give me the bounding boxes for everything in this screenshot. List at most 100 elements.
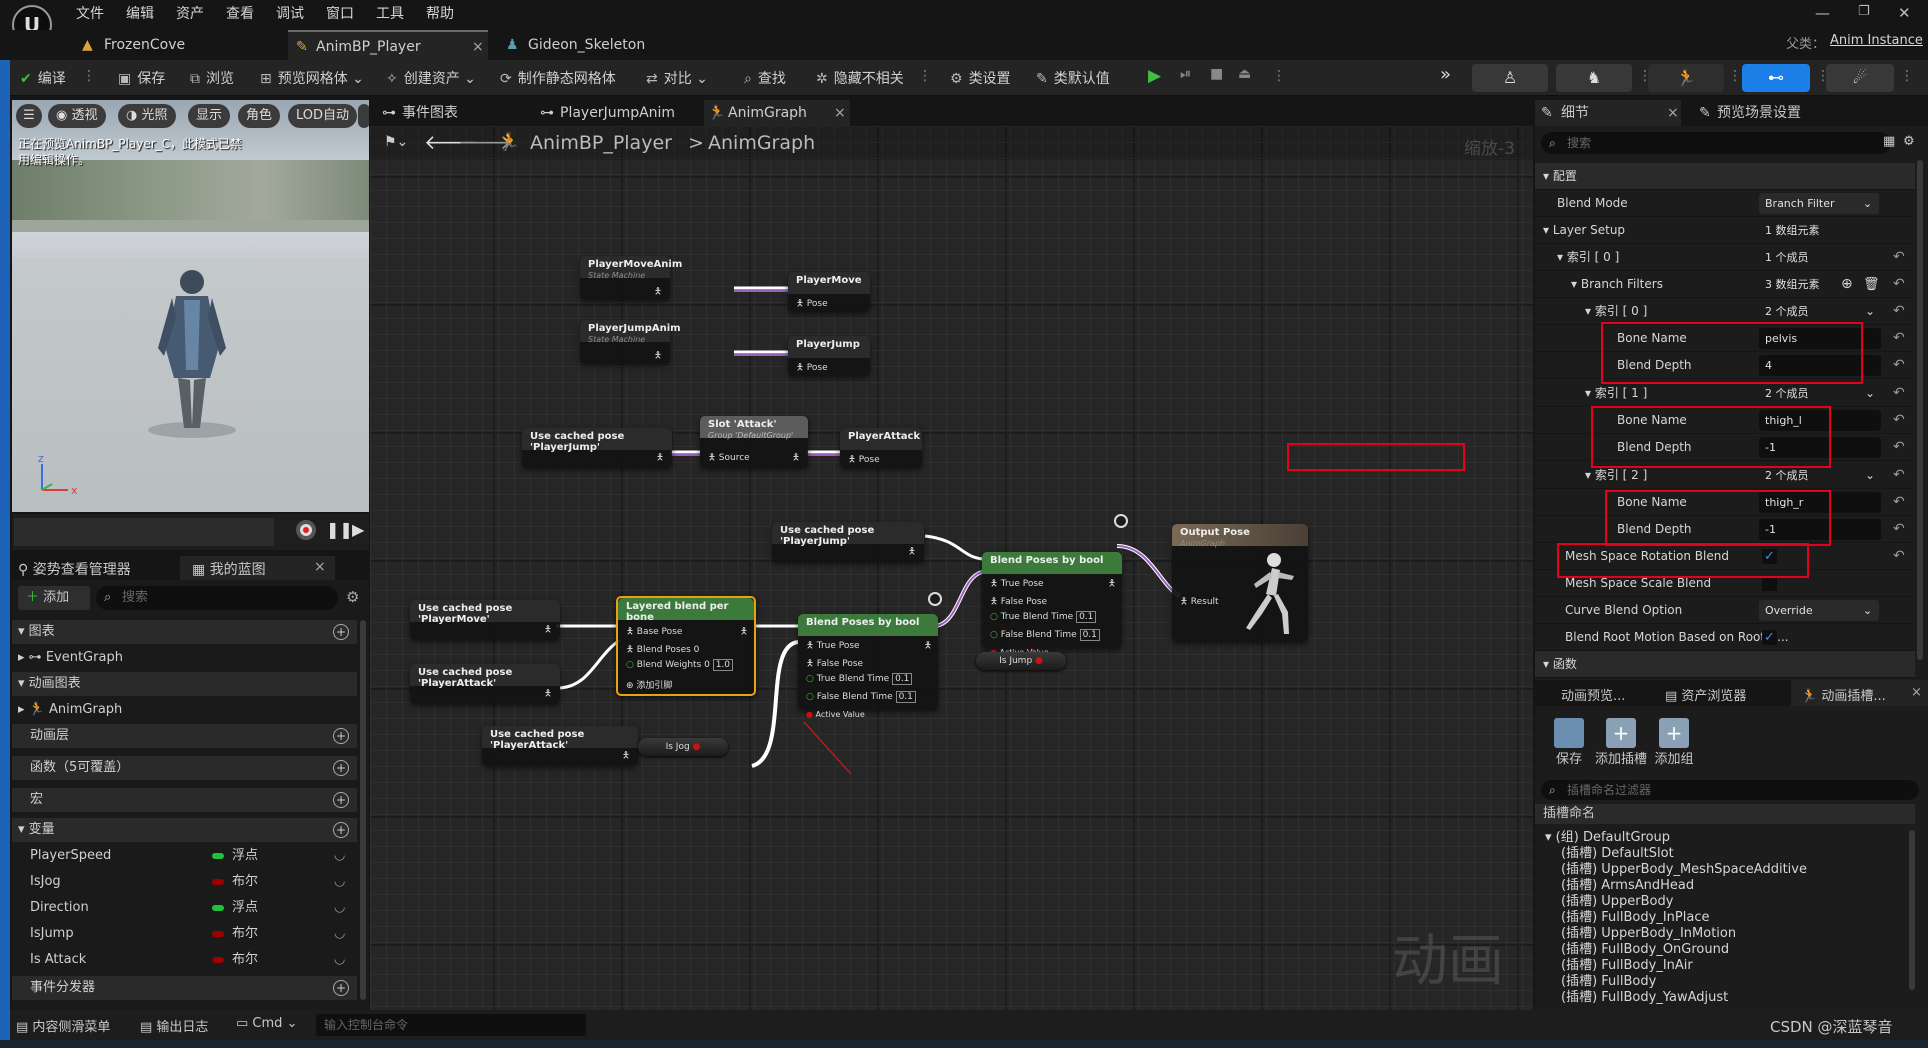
delete-icon[interactable]: 🗑 [1863, 271, 1880, 298]
section-anim-layers[interactable]: 动画层 + [12, 724, 357, 748]
row-branch-filter-index[interactable]: ▾ 索引 [ 1 ] 2 个成员 ⌄ ↶ [1535, 380, 1915, 407]
tab-preview-scene[interactable]: ✎ 预览场景设置 [1693, 100, 1843, 126]
node-playerattack[interactable]: PlayerAttack 🯅 Pose [840, 428, 922, 468]
variable-row[interactable]: IsJog 布尔 ◡ [12, 870, 357, 894]
record-icon[interactable] [296, 520, 316, 540]
blend-poses-pin[interactable]: 🯅 Blend Poses 0 [626, 642, 699, 658]
add-element-icon[interactable]: ⊕ [1841, 271, 1853, 298]
pin-value[interactable]: 1.0 [712, 659, 734, 671]
save-slot-button[interactable]: 保存 [1547, 718, 1591, 767]
tab-close-icon[interactable]: × [1911, 685, 1922, 700]
add-pin-button[interactable]: ⊕ 添加引脚 [626, 678, 672, 691]
tab-event-graph[interactable]: ⊶ 事件图表 [378, 100, 508, 126]
reset-arrow-icon[interactable]: ↶ [1893, 352, 1905, 379]
output-pose-pin-icon[interactable]: 🯅 [654, 284, 662, 300]
reset-arrow-icon[interactable]: ↶ [1893, 462, 1905, 489]
details-search-input[interactable]: ⌕ 搜索 [1541, 132, 1891, 154]
visibility-eye-icon[interactable]: ◡ [334, 948, 345, 972]
node-get-is-jump[interactable]: Is Jump ● [976, 652, 1066, 670]
node-blend-poses-by-bool-1[interactable]: Blend Poses by bool 🯅 True Pose 🯅 🯅 Fals… [798, 614, 938, 719]
slot-filter-input[interactable]: ⌕ 插槽命名过滤器 [1541, 780, 1919, 800]
minimize-icon[interactable]: — [1815, 4, 1830, 22]
node-slot-attack[interactable]: Slot 'Attack' Group 'DefaultGroup' 🯅 Sour… [700, 416, 808, 468]
browse-button[interactable]: ⧉ 浏览 [190, 68, 234, 88]
content-drawer-button[interactable]: ▤ 内容侧滑菜单 [16, 1016, 110, 1035]
stop-icon[interactable]: ■ [1210, 66, 1223, 82]
category-config[interactable]: ▾ 配置 [1535, 163, 1915, 190]
pin-value[interactable]: 0.1 [895, 691, 916, 703]
item-animgraph[interactable]: ▸ 🏃 AnimGraph [12, 698, 357, 722]
output-pose-pin-icon[interactable]: 🯅 [924, 638, 932, 654]
tab-animgraph[interactable]: 🏃 AnimGraph × [704, 100, 850, 126]
animation-mode-button[interactable]: 🏃 [1648, 64, 1724, 92]
active-value-pin[interactable]: ● Active Value [806, 710, 865, 719]
class-defaults-button[interactable]: ✎ 类默认值 [1036, 68, 1110, 88]
tab-pose-watch[interactable]: ⚲ 姿势查看管理器 [18, 559, 131, 579]
slot-list-scrollbar[interactable] [1909, 830, 1915, 990]
console-input[interactable]: 输入控制台命令 [316, 1014, 586, 1036]
output-pose-pin-icon[interactable]: 🯅 [792, 450, 800, 466]
output-log-button[interactable]: ▤ 输出日志 [140, 1016, 208, 1035]
output-pose-pin-icon[interactable]: 🯅 [654, 348, 662, 364]
section-graphs[interactable]: ▾ 图表 + [12, 620, 357, 644]
row-layer-setup[interactable]: ▾ Layer Setup 1 数组元素 [1535, 217, 1915, 244]
output-pose-pin-icon[interactable]: 🯅 [1108, 576, 1116, 592]
add-anim-layer-icon[interactable]: + [333, 728, 349, 744]
node-use-cached-playerjump[interactable]: Use cached pose 'PlayerJump' 🯅 [522, 428, 672, 468]
add-variable-icon[interactable]: + [333, 822, 349, 838]
anim-graph-canvas[interactable]: ⚑⌄ 🡐 🡒 🏃 AnimBP_Player > AnimGraph 缩放-3 … [370, 126, 1533, 1010]
restore-icon[interactable]: ❐ [1858, 4, 1870, 19]
close-icon[interactable]: ✕ [1898, 4, 1911, 22]
diff-button[interactable]: ⇄ 对比 ⌄ [646, 68, 708, 88]
reset-arrow-icon[interactable]: ↶ [1893, 325, 1905, 352]
category-functions[interactable]: ▾ 函数 [1535, 651, 1915, 678]
physics-mode-button[interactable]: ☄ [1826, 64, 1894, 92]
node-playermove[interactable]: PlayerMove 🯅 Pose [788, 272, 870, 312]
viewport-menu-icon[interactable]: ☰ [16, 104, 42, 128]
show-button[interactable]: 显示 [188, 104, 231, 128]
source-pin[interactable]: 🯅 Source [708, 450, 750, 466]
node-playerjumpanim[interactable]: PlayerJumpAnim State Machine 🯅 [580, 320, 681, 364]
false-blend-time-pin[interactable]: ○ False Blend Time 0.1 [806, 691, 916, 703]
variable-row[interactable]: Direction 浮点 ◡ [12, 896, 357, 920]
reset-arrow-icon[interactable]: ↶ [1893, 516, 1905, 543]
play-options-icon[interactable]: ⋮ [1272, 68, 1286, 84]
visibility-eye-icon[interactable]: ◡ [334, 922, 345, 946]
variable-row[interactable]: IsJump 布尔 ◡ [12, 922, 357, 946]
visibility-eye-icon[interactable]: ◡ [334, 870, 345, 894]
pose-pin[interactable]: 🯅 Pose [796, 360, 828, 376]
pin-value[interactable]: 0.1 [892, 673, 913, 685]
add-macro-icon[interactable]: + [333, 792, 349, 808]
preview-mesh-button[interactable]: ⊞ 预览网格体 ⌄ [260, 68, 364, 88]
variable-row[interactable]: Is Attack 布尔 ◡ [12, 948, 357, 972]
node-blend-poses-by-bool-2[interactable]: Blend Poses by bool 🯅 True Pose 🯅 🯅 Fals… [982, 552, 1122, 657]
item-eventgraph[interactable]: ▸ ⊶ EventGraph [12, 646, 357, 670]
menu-help[interactable]: 帮助 [426, 3, 454, 23]
reset-arrow-icon[interactable]: ↶ [1893, 407, 1905, 434]
add-graph-icon[interactable]: + [333, 624, 349, 640]
visibility-eye-icon[interactable]: ◡ [334, 896, 345, 920]
row-branch-filters[interactable]: ▾ Branch Filters 3 数组元素 ⊕ 🗑 ↶ [1535, 271, 1915, 298]
node-use-cached-playermove[interactable]: Use cached pose 'PlayerMove' 🯅 [410, 600, 560, 640]
reset-arrow-icon[interactable]: ↶ [1893, 489, 1905, 516]
menu-edit[interactable]: 编辑 [126, 3, 154, 23]
pin-value[interactable]: 0.1 [1079, 629, 1100, 641]
row-layer-index-0[interactable]: ▾ 索引 [ 0 ] 1 个成员 ↶ [1535, 244, 1915, 271]
reset-arrow-icon[interactable]: ↶ [1893, 244, 1905, 271]
output-pose-pin-icon[interactable]: 🯅 [622, 748, 630, 764]
node-output-pose[interactable]: Output Pose AnimGraph 🯅 Result [1172, 524, 1308, 642]
physics-mode-options-icon[interactable]: ⋮ [1900, 68, 1914, 84]
perspective-button[interactable]: ◉ 透视 [48, 104, 106, 128]
find-button[interactable]: ⌕ 查找 [744, 68, 786, 88]
tab-playerjumpanim[interactable]: ⊶ PlayerJumpAnim [536, 100, 696, 126]
true-pose-pin[interactable]: 🯅 True Pose [990, 576, 1044, 592]
menu-debug[interactable]: 调试 [276, 3, 304, 23]
character-button[interactable]: 角色 [238, 104, 281, 128]
eject-icon[interactable]: ⏏ [1238, 66, 1251, 82]
node-use-cached-playerjump-2[interactable]: Use cached pose 'PlayerJump' 🯅 [772, 522, 924, 562]
node-playerjump[interactable]: PlayerJump 🯅 Pose [788, 336, 870, 376]
reset-arrow-icon[interactable]: ↶ [1893, 380, 1905, 407]
tab-close-icon[interactable]: × [472, 32, 484, 62]
blend-weights-pin[interactable]: ○ Blend Weights 0 1.0 [626, 659, 734, 671]
make-static-mesh-button[interactable]: ⟳ 制作静态网格体 [500, 68, 616, 88]
